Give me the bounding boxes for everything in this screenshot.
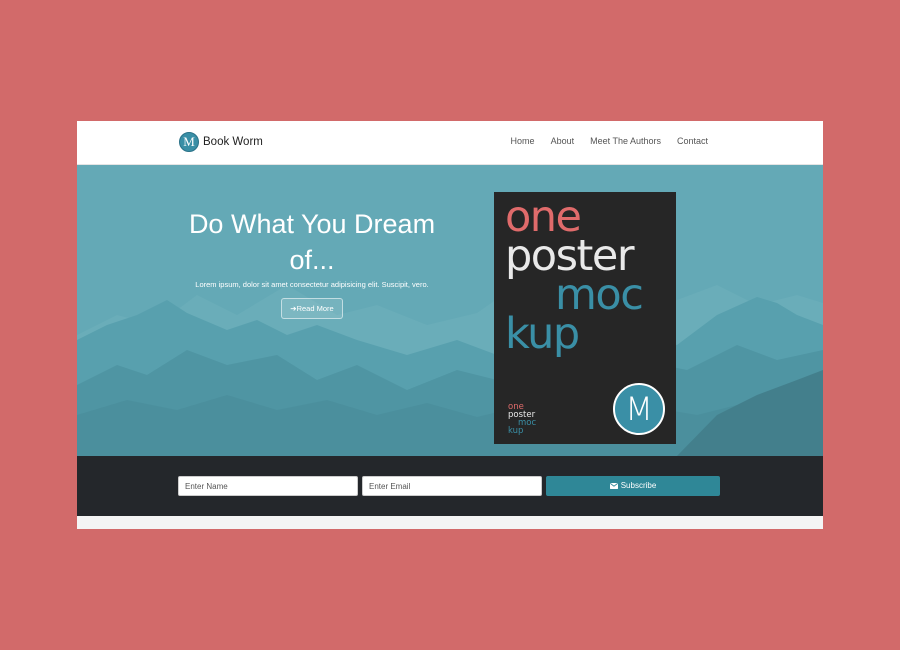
nav-link-contact[interactable]: Contact: [677, 136, 708, 146]
brand-name: Book Worm: [203, 136, 263, 148]
email-input[interactable]: [362, 476, 542, 496]
hero-title: Do What You Dream of...: [188, 209, 436, 275]
poster-mockup-image: one poster moc kup one poster moc kup M: [494, 192, 676, 444]
subscribe-button[interactable]: Subscribe: [546, 476, 720, 496]
footer-strip: [77, 516, 823, 529]
poster-headline: one poster moc kup: [505, 196, 644, 359]
name-input[interactable]: [178, 476, 358, 496]
subscribe-label: Subscribe: [620, 481, 657, 490]
website-mockup: M Book Worm Home About Meet The Authors …: [77, 121, 823, 529]
brand-link[interactable]: M Book Worm: [179, 132, 263, 152]
nav-link-meet-the-authors[interactable]: Meet The Authors: [590, 136, 661, 146]
hero-section: Do What You Dream of... Lorem ipsum, dol…: [77, 165, 823, 456]
read-more-label: Read More: [296, 304, 334, 313]
navbar: M Book Worm Home About Meet The Authors …: [77, 121, 823, 165]
brand-logo-icon: M: [179, 132, 199, 152]
subscribe-bar: Subscribe: [77, 456, 823, 516]
main-nav: Home About Meet The Authors Contact: [511, 136, 708, 146]
nav-link-about[interactable]: About: [551, 136, 575, 146]
envelope-icon: [609, 483, 618, 489]
poster-small-line-kup: kup: [508, 426, 524, 436]
poster-line-kup: kup: [505, 309, 580, 359]
poster-logo-icon: M: [613, 383, 665, 435]
read-more-button[interactable]: ➔Read More: [281, 298, 343, 319]
poster-small-text: one poster moc kup: [508, 403, 536, 436]
hero-text: Lorem ipsum, dolor sit amet consectetur …: [195, 280, 429, 289]
nav-link-home[interactable]: Home: [511, 136, 535, 146]
